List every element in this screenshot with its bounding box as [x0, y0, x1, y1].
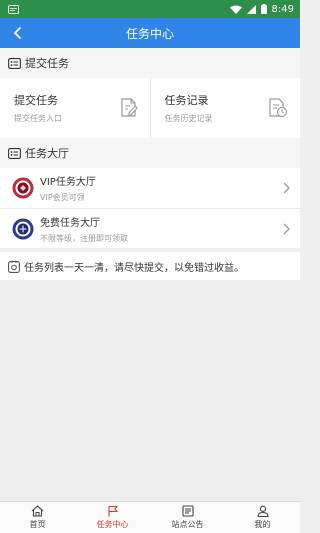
battery-icon	[260, 4, 267, 14]
tab-task-center[interactable]: 任务中心	[75, 502, 150, 533]
submit-cards: 提交任务 提交任务入口 任务记录 任务历史记录	[0, 78, 300, 138]
submit-task-title: 提交任务	[14, 94, 58, 107]
hall-section-header: 任务大厅	[0, 138, 300, 168]
announcement-icon	[181, 505, 194, 517]
profile-icon	[256, 505, 269, 517]
page-title: 任务中心	[125, 26, 174, 41]
free-hall-subtitle: 不限等级，注册即可领取	[40, 233, 128, 243]
status-time: 8:49	[271, 3, 294, 15]
free-hall-text: 免费任务大厅 不限等级，注册即可领取	[40, 214, 282, 244]
task-record-card[interactable]: 任务记录 任务历史记录	[149, 78, 301, 138]
hall-section-title: 任务大厅	[25, 147, 69, 160]
submit-task-text: 提交任务 提交任务入口	[14, 92, 62, 124]
free-hall-item[interactable]: 免费任务大厅 不限等级，注册即可领取	[0, 208, 300, 248]
notice-bar: 任务列表一天一清，请尽快提交，以免错过收益。	[0, 252, 300, 280]
notification-icon	[8, 4, 19, 14]
vip-hall-text: VIP任务大厅 VIP会员可领	[40, 173, 282, 203]
submit-section-header: 提交任务	[0, 48, 300, 78]
bottom-tab-bar: 首页 任务中心 站点公告 我的	[0, 501, 300, 533]
status-bar-right: 8:49	[229, 3, 294, 15]
reminder-icon	[8, 260, 20, 273]
home-icon	[31, 505, 44, 517]
tab-home[interactable]: 首页	[0, 502, 75, 533]
chevron-right-icon	[283, 223, 290, 234]
free-badge-icon	[12, 218, 34, 239]
list-card-icon	[8, 57, 21, 69]
submit-section-title: 提交任务	[25, 57, 69, 70]
tab-announcements[interactable]: 站点公告	[150, 502, 225, 533]
tab-profile-label: 我的	[254, 520, 271, 529]
tab-profile[interactable]: 我的	[225, 502, 300, 533]
chevron-right-icon	[283, 182, 290, 194]
vip-badge-icon	[12, 177, 34, 199]
free-hall-title: 免费任务大厅	[40, 217, 100, 229]
signal-icon	[246, 4, 256, 14]
tab-task-center-label: 任务中心	[96, 520, 129, 529]
status-bar-left	[8, 4, 19, 14]
app-bar: 任务中心	[0, 18, 300, 48]
list-card-icon	[8, 147, 21, 159]
edit-document-icon	[120, 98, 138, 117]
task-record-subtitle: 任务历史记录	[164, 114, 213, 123]
history-document-icon	[269, 98, 288, 118]
task-record-text: 任务记录 任务历史记录	[165, 92, 213, 124]
flag-icon	[107, 505, 118, 517]
status-bar: 8:49	[0, 0, 300, 18]
submit-task-subtitle: 提交任务入口	[14, 114, 62, 123]
wifi-icon	[229, 5, 242, 14]
vip-hall-title: VIP任务大厅	[40, 177, 96, 188]
back-arrow-icon[interactable]	[10, 25, 26, 41]
hall-list: VIP任务大厅 VIP会员可领 免费任务大厅 不限等级，注册即可领取	[0, 168, 300, 248]
vip-hall-item[interactable]: VIP任务大厅 VIP会员可领	[0, 168, 300, 208]
tab-announcements-label: 站点公告	[171, 520, 204, 529]
tab-home-label: 首页	[29, 520, 46, 529]
notice-text: 任务列表一天一清，请尽快提交，以免错过收益。	[24, 262, 244, 274]
submit-task-card[interactable]: 提交任务 提交任务入口	[0, 78, 150, 138]
task-record-title: 任务记录	[164, 94, 209, 107]
vip-hall-subtitle: VIP会员可领	[40, 193, 85, 202]
